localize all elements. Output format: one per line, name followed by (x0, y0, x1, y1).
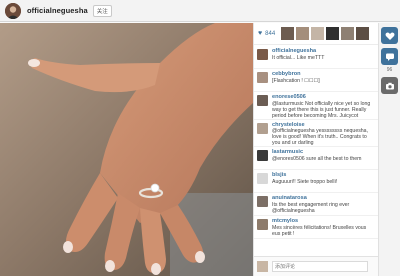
comment-icon (385, 53, 394, 61)
camera-button[interactable] (381, 77, 398, 94)
likes-count[interactable]: 844 (265, 31, 275, 37)
comments-list: officialnegueshа It official... Like meT… (254, 46, 379, 256)
like-button[interactable] (381, 27, 398, 44)
follow-button[interactable]: 关注 (92, 4, 112, 17)
profile-avatar[interactable] (5, 2, 21, 19)
comment-item: enorese0506 @lasturmusic Not officially … (254, 92, 379, 120)
comment-input-row (254, 256, 379, 276)
comment-button[interactable] (381, 48, 398, 65)
comment-text: @enores0506 sure all the best to them (272, 155, 362, 162)
comment-text: @officialnegueshа yessssssss nequesha, l… (272, 128, 369, 146)
liker-avatar[interactable] (311, 27, 325, 40)
comment-item: lastarmusic @enores0506 sure all the bes… (254, 147, 379, 170)
liker-avatar[interactable] (356, 27, 370, 40)
liker-avatar[interactable] (341, 27, 355, 40)
comment-item: blsjis Auguuuri!! Siete troppo belli! (254, 170, 379, 193)
liker-avatar[interactable] (326, 27, 340, 40)
comment-text: @lasturmusic Not officially nice yet so … (272, 100, 371, 119)
comment-avatar[interactable] (257, 95, 268, 106)
comment-item: officialnegueshа It official... Like meT… (254, 46, 379, 69)
action-rail: 96 (378, 23, 400, 276)
comment-avatar[interactable] (257, 219, 268, 230)
comment-input[interactable] (272, 261, 368, 272)
photo-viewer-window: officialnegueshа 关注 ♥ 844 officialnegues… (0, 0, 400, 276)
likes-row: ♥ 844 (254, 23, 378, 45)
rail-count: 96 (386, 67, 393, 73)
comment-text: Auguuuri!! Siete troppo belli! (272, 178, 338, 185)
comment-item: anuinatarosa Its the best engagement rin… (254, 193, 379, 216)
current-user-avatar (257, 261, 268, 272)
comment-text: [Flashcation ! ☐☐☐] (272, 77, 320, 84)
comment-avatar[interactable] (257, 196, 268, 207)
comment-avatar[interactable] (257, 49, 268, 60)
profile-username[interactable]: officialnegueshа (27, 6, 88, 15)
comment-avatar[interactable] (257, 150, 268, 161)
heart-icon: ♥ (258, 30, 263, 37)
comment-item: mtcmylos Mes sincères félicitations! Bru… (254, 216, 379, 239)
post-header: officialnegueshа 关注 (0, 0, 400, 22)
heart-icon (385, 31, 394, 40)
liker-avatar[interactable] (296, 27, 310, 40)
comment-avatar[interactable] (257, 122, 268, 134)
post-photo[interactable] (0, 23, 253, 276)
comment-text: Mes sincères félicitations! Bruxelles vo… (272, 224, 367, 237)
comments-panel: ♥ 844 officialnegueshа It official... Li… (253, 23, 379, 276)
comment-text: It official... Like meTTT (272, 54, 325, 61)
comment-text: Its the best engagement ring ever @offic… (272, 201, 350, 214)
comment-avatar[interactable] (257, 72, 268, 83)
comment-item: chrysteloise @officialnegueshа yesssssss… (254, 120, 379, 147)
liker-avatar[interactable] (281, 27, 295, 40)
comment-avatar[interactable] (257, 173, 268, 184)
comment-item: cebbybron [Flashcation ! ☐☐☐] (254, 69, 379, 92)
camera-icon (385, 82, 394, 89)
